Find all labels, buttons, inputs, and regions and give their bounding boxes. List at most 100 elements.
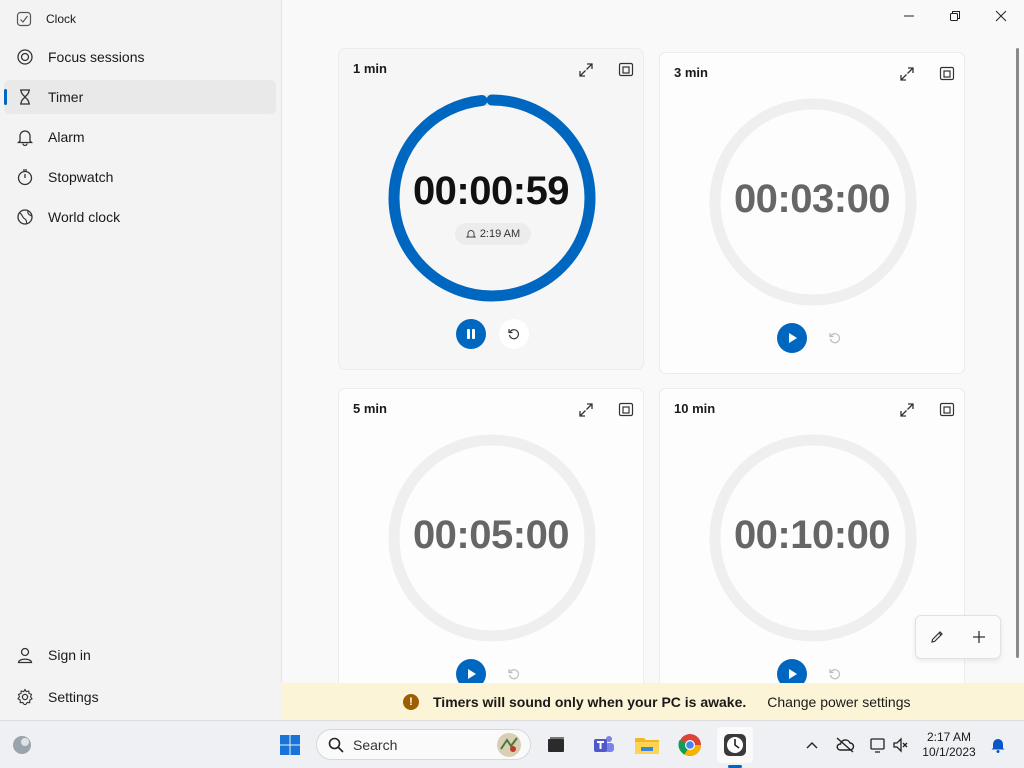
bell-icon [991, 739, 1005, 753]
reset-icon [829, 333, 841, 344]
timer-name: 5 min [353, 401, 387, 416]
timer-display: 00:05:00 [412, 513, 570, 557]
sidebar-item-label: World clock [48, 209, 121, 225]
pause-button[interactable] [456, 319, 486, 349]
gear-icon [15, 687, 35, 707]
timer-name: 1 min [353, 61, 387, 76]
clock-date: 10/1/2023 [922, 745, 976, 759]
reset-button[interactable] [499, 319, 529, 349]
chevron-up-icon [806, 742, 818, 749]
expand-button[interactable] [573, 397, 599, 423]
reset-icon [508, 669, 520, 680]
network-icon [870, 738, 885, 753]
start-button[interactable] [272, 727, 308, 763]
keep-on-top-icon [939, 402, 955, 417]
expand-icon [900, 67, 914, 81]
restore-icon [950, 11, 960, 21]
sidebar-item-timer[interactable]: Timer [4, 80, 276, 114]
person-icon [15, 645, 35, 665]
timer-actions [915, 615, 1001, 659]
pencil-icon [931, 631, 943, 643]
title-bar: Clock [16, 10, 76, 28]
sidebar-item-label: Focus sessions [48, 49, 145, 65]
play-icon [789, 669, 797, 679]
weather-icon [13, 736, 31, 754]
end-time-label: 2:19 AM [479, 228, 521, 240]
sidebar-item-label: Sign in [48, 647, 91, 663]
bell-icon [465, 230, 476, 238]
search-icon [328, 737, 344, 753]
hourglass-icon [15, 87, 35, 107]
globe-icon [15, 207, 35, 227]
sidebar-item-sign-in[interactable]: Sign in [4, 638, 276, 672]
minimize-button[interactable] [886, 0, 932, 32]
play-icon [468, 669, 476, 679]
notifications-button[interactable] [984, 727, 1012, 763]
pause-icon [467, 329, 475, 339]
timer-display: 00:00:59 [412, 169, 570, 213]
reset-button[interactable] [820, 323, 850, 353]
sidebar: Clock Focus sessions Timer Alarm Stopwat… [0, 0, 282, 720]
bell-icon [15, 127, 35, 147]
selection-indicator [4, 89, 7, 105]
play-button[interactable] [777, 323, 807, 353]
taskbar: Search 2:17 AM 10/1/2023 [0, 720, 1024, 768]
sidebar-item-label: Timer [48, 89, 84, 105]
sidebar-item-label: Settings [48, 689, 99, 705]
reset-icon [829, 669, 841, 680]
expand-icon [579, 403, 593, 417]
close-button[interactable] [978, 0, 1024, 32]
taskbar-search[interactable]: Search [316, 729, 531, 760]
restore-button[interactable] [932, 0, 978, 32]
change-power-settings-link[interactable]: Change power settings [767, 694, 910, 710]
minimize-icon [904, 15, 914, 17]
sidebar-item-focus-sessions[interactable]: Focus sessions [4, 40, 276, 74]
folder-icon [635, 738, 659, 754]
expand-button[interactable] [894, 397, 920, 423]
expand-button[interactable] [573, 57, 599, 83]
teams-button[interactable] [586, 727, 622, 763]
task-view-button[interactable] [538, 727, 574, 763]
sidebar-item-alarm[interactable]: Alarm [4, 120, 276, 154]
pin-on-top-button[interactable] [613, 397, 639, 423]
pin-on-top-button[interactable] [934, 397, 960, 423]
scrollbar[interactable] [1016, 48, 1019, 658]
keep-on-top-icon [618, 402, 634, 417]
timer-card: 1 min 00:00:59 2:19 AM [338, 48, 644, 370]
cloud-off-icon [836, 737, 855, 753]
keep-on-top-icon [939, 66, 955, 81]
power-warning-banner: ! Timers will sound only when your PC is… [281, 683, 1024, 720]
onedrive-button[interactable] [828, 727, 862, 763]
stopwatch-icon [15, 167, 35, 187]
chrome-button[interactable] [672, 727, 708, 763]
pin-on-top-button[interactable] [934, 61, 960, 87]
task-view-icon [548, 737, 564, 752]
focus-icon [15, 47, 35, 67]
banner-message: Timers will sound only when your PC is a… [433, 693, 747, 710]
clock-icon [724, 734, 746, 756]
sidebar-item-stopwatch[interactable]: Stopwatch [4, 160, 276, 194]
app-title: Clock [46, 12, 77, 26]
sidebar-item-label: Alarm [48, 129, 85, 145]
file-explorer-button[interactable] [629, 727, 665, 763]
pin-on-top-button[interactable] [613, 57, 639, 83]
sidebar-item-settings[interactable]: Settings [4, 680, 276, 714]
show-hidden-icons-button[interactable] [795, 727, 829, 763]
end-time-badge: 2:19 AM [455, 223, 531, 245]
timer-card: 10 min 00:10:00 [659, 388, 965, 710]
windows-icon [280, 735, 300, 755]
expand-button[interactable] [894, 61, 920, 87]
reset-icon [508, 329, 520, 340]
volume-button[interactable] [886, 727, 916, 763]
system-clock[interactable]: 2:17 AM 10/1/2023 [916, 730, 982, 760]
teams-icon [594, 736, 614, 752]
widgets-button[interactable] [4, 727, 40, 763]
timer-name: 10 min [674, 401, 716, 416]
sidebar-item-world-clock[interactable]: World clock [4, 200, 276, 234]
search-highlight-icon [497, 732, 521, 757]
timer-display: 00:03:00 [733, 177, 891, 221]
sidebar-item-label: Stopwatch [48, 169, 114, 185]
add-timer-button[interactable] [964, 622, 994, 652]
edit-timers-button[interactable] [922, 622, 952, 652]
clock-taskbar-button[interactable] [717, 727, 753, 763]
